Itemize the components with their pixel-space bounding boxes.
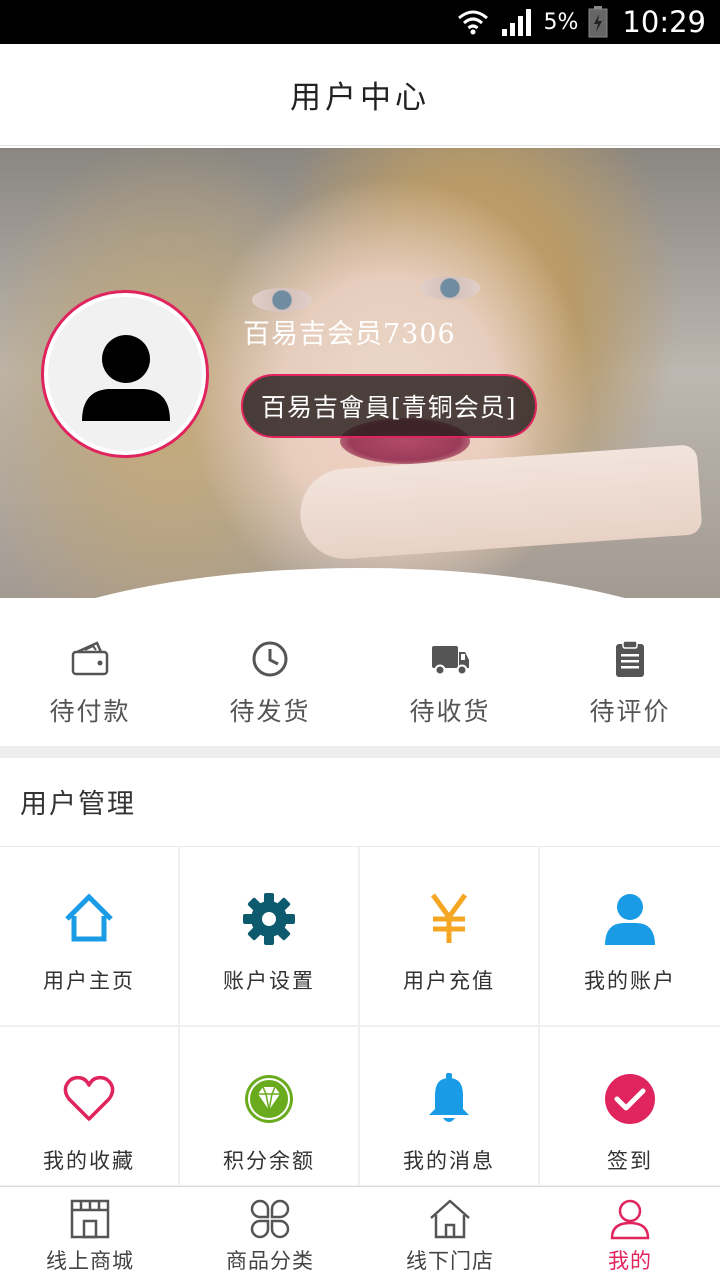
order-label: 待发货 <box>229 697 311 726</box>
order-pending-review[interactable]: 待评价 <box>540 598 720 746</box>
signal-icon <box>501 9 531 36</box>
wifi-icon <box>457 10 488 35</box>
grid-item-label: 我的账户 <box>584 969 676 993</box>
gear-icon <box>243 893 295 945</box>
grid-item-account-settings[interactable]: 账户设置 <box>180 847 360 1027</box>
tab-mine[interactable]: 我的 <box>540 1187 720 1280</box>
order-label: 待收货 <box>409 697 491 726</box>
page-title: 用户中心 <box>290 80 430 116</box>
grid-item-favorites[interactable]: 我的收藏 <box>0 1027 180 1187</box>
home-icon <box>65 893 113 942</box>
avatar-placeholder <box>48 297 202 451</box>
status-right: 5% 10:29 <box>456 0 706 44</box>
person-icon <box>610 1199 650 1240</box>
tab-offline-stores[interactable]: 线下门店 <box>360 1187 540 1280</box>
grid-item-label: 我的消息 <box>403 1149 495 1173</box>
grid-item-label: 用户充值 <box>403 969 495 993</box>
grid-item-label: 账户设置 <box>223 969 315 993</box>
tab-product-categories[interactable]: 商品分类 <box>180 1187 360 1280</box>
clock: 10:29 <box>622 5 706 39</box>
section-title-user-management: 用户管理 <box>20 789 136 820</box>
banner-photo-eye-right <box>420 276 480 300</box>
grid-item-recharge[interactable]: 用户充值 <box>360 847 540 1027</box>
wallet-icon <box>71 641 109 676</box>
house-icon <box>430 1199 470 1239</box>
heart-icon <box>63 1075 115 1121</box>
banner-photo-hand <box>297 444 703 562</box>
bell-icon <box>429 1073 469 1122</box>
banner-curve <box>0 568 720 598</box>
tab-label: 线上商城 <box>46 1249 134 1273</box>
order-pending-shipment[interactable]: 待发货 <box>180 598 360 746</box>
order-status-row: 待付款 待发货 待收货 待评价 <box>0 598 720 746</box>
grid-item-label: 积分余额 <box>223 1149 315 1173</box>
grid-item-messages[interactable]: 我的消息 <box>360 1027 540 1187</box>
default-avatar-icon <box>82 335 170 421</box>
tab-label: 我的 <box>608 1249 652 1273</box>
bottom-tab-bar: 线上商城 商品分类 线下门店 我的 <box>0 1186 720 1280</box>
order-pending-receipt[interactable]: 待收货 <box>360 598 540 746</box>
tab-label: 商品分类 <box>226 1249 314 1273</box>
category-icon <box>250 1199 290 1239</box>
user-icon <box>605 894 655 945</box>
section-divider <box>0 746 720 758</box>
status-bar: 5% 10:29 <box>0 0 720 44</box>
order-label: 待评价 <box>589 697 671 726</box>
page-header: 用户中心 <box>0 44 720 146</box>
diamond-icon <box>245 1075 293 1123</box>
grid-item-check-in[interactable]: 签到 <box>540 1027 720 1187</box>
grid-item-user-home[interactable]: 用户主页 <box>0 847 180 1027</box>
tab-online-store[interactable]: 线上商城 <box>0 1187 180 1280</box>
store-icon <box>70 1199 110 1239</box>
grid-item-label: 我的收藏 <box>43 1149 135 1173</box>
check-icon <box>605 1074 655 1124</box>
member-level-badge[interactable]: 百易吉會員[青铜会员] <box>241 374 537 438</box>
tab-label: 线下门店 <box>406 1249 494 1273</box>
avatar[interactable] <box>41 290 209 458</box>
grid-item-points-balance[interactable]: 积分余额 <box>180 1027 360 1187</box>
grid-item-label: 用户主页 <box>43 969 135 993</box>
user-management-grid: 用户主页 账户设置 用户充值 我的账户 我的收藏 积分余额 我的消息 签到 <box>0 846 720 1187</box>
order-label: 待付款 <box>49 697 131 726</box>
truck-icon <box>432 646 469 676</box>
yen-icon <box>430 893 468 943</box>
battery-percent: 5% <box>543 9 579 35</box>
clipboard-icon <box>616 640 644 677</box>
battery-icon <box>588 6 608 38</box>
banner-photo-eye-left <box>252 288 312 312</box>
username: 百易吉会员7306 <box>243 319 456 350</box>
grid-item-label: 签到 <box>607 1149 653 1173</box>
grid-item-my-account[interactable]: 我的账户 <box>540 847 720 1027</box>
clock-icon <box>252 641 288 677</box>
order-pending-payment[interactable]: 待付款 <box>0 598 180 746</box>
